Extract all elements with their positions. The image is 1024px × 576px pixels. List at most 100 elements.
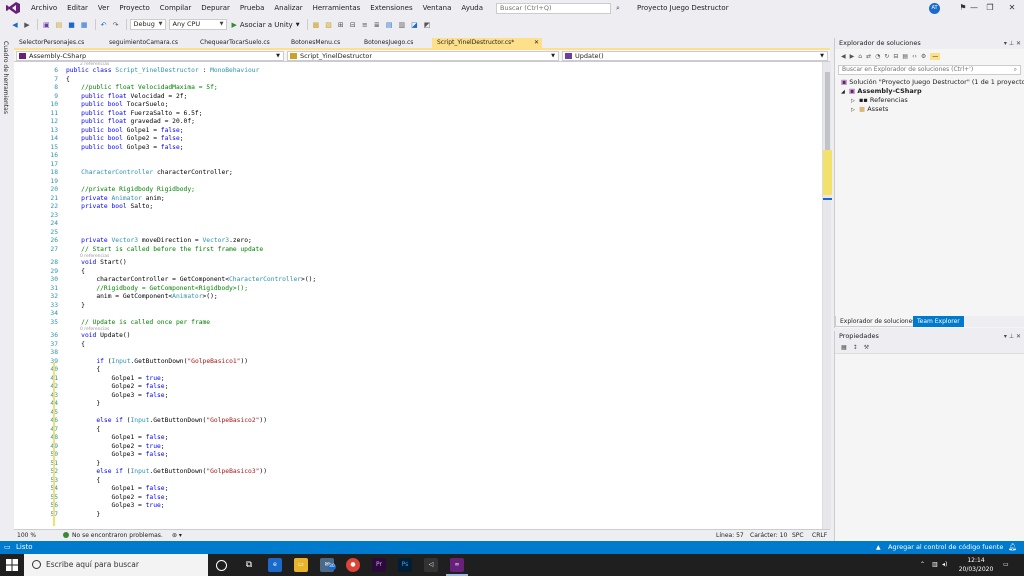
search-icon[interactable]: ⌕	[613, 3, 623, 14]
show-all-icon[interactable]: ▤	[902, 53, 908, 60]
code-line[interactable]: 8 //public float VelocidadMaxima = 5f;	[14, 84, 822, 93]
menu-ventana[interactable]: Ventana	[418, 0, 457, 16]
scrollbar-thumb[interactable]	[825, 72, 830, 152]
code-line[interactable]: 56 Golpe3 = true;	[14, 502, 822, 511]
mail-icon[interactable]: ✉ 30	[320, 558, 336, 572]
tab-seguimiento-camara[interactable]: seguimientoCamara.cs	[104, 38, 195, 48]
code-line[interactable]: 50 Golpe3 = false;	[14, 451, 822, 460]
categorized-icon[interactable]: ▦	[841, 344, 847, 351]
restore-icon[interactable]: ❐	[978, 0, 1002, 16]
task-view-icon[interactable]: ⧉	[242, 558, 256, 572]
refresh-icon[interactable]: ↻	[884, 53, 889, 60]
toolbar-tool-icon[interactable]: ◩	[422, 18, 433, 31]
code-view-icon[interactable]: ‹›	[912, 53, 917, 60]
save-icon[interactable]: ■	[66, 18, 77, 31]
code-line[interactable]: 34	[14, 310, 822, 319]
code-line[interactable]: 26 private Vector3 moveDirection = Vecto…	[14, 237, 822, 246]
code-line[interactable]: 49 Golpe2 = true;	[14, 443, 822, 452]
code-line[interactable]: 12 public float gravedad = 20.0f;	[14, 118, 822, 127]
alphabetical-icon[interactable]: ↕	[853, 344, 858, 351]
toolbar-tool-icon[interactable]: ⊟	[348, 18, 358, 31]
menu-prueba[interactable]: Prueba	[235, 0, 269, 16]
class-navigator-select[interactable]: Script_YinelDestructor ▼	[287, 51, 559, 61]
preview-icon[interactable]: —	[930, 52, 941, 60]
properties-icon[interactable]: ⚙	[921, 53, 926, 60]
code-line[interactable]: 32 anim = GetComponent<Animator>();	[14, 293, 822, 302]
member-navigator-select[interactable]: Update() ▼	[562, 51, 828, 61]
zoom-level[interactable]: 100 %	[17, 530, 36, 541]
code-line[interactable]: 54 Golpe1 = false;	[14, 485, 822, 494]
code-line[interactable]: 55 Golpe2 = false;	[14, 494, 822, 503]
open-icon[interactable]: ▤	[54, 18, 65, 31]
code-line[interactable]: 45	[14, 409, 822, 418]
close-icon[interactable]: ✕	[1000, 0, 1024, 16]
toolbox-strip[interactable]: Cuadro de herramientas	[0, 35, 14, 541]
menu-editar[interactable]: Editar	[62, 0, 93, 16]
code-line[interactable]: 31 //Rigidbody = GetComponent<Rigidbody>…	[14, 285, 822, 294]
code-line[interactable]: 18 CharacterController characterControll…	[14, 169, 822, 178]
menu-proyecto[interactable]: Proyecto	[114, 0, 154, 16]
menu-depurar[interactable]: Depurar	[196, 0, 235, 16]
code-line[interactable]: 38	[14, 349, 822, 358]
panel-controls[interactable]: ▾ ⊥ ✕	[1004, 38, 1021, 49]
code-line[interactable]: 6 public class Script_YinelDestructor : M…	[14, 67, 822, 76]
toolbar-tool-icon[interactable]: ≣	[372, 18, 382, 31]
code-line[interactable]: 23	[14, 212, 822, 221]
menu-extensiones[interactable]: Extensiones	[365, 0, 417, 16]
code-line[interactable]: 15 public bool Golpe3 = false;	[14, 144, 822, 153]
menu-herramientas[interactable]: Herramientas	[308, 0, 366, 16]
issues-navigation[interactable]: ⊛ ▾	[172, 530, 182, 541]
code-line[interactable]: 53 {	[14, 477, 822, 486]
code-line[interactable]: 30 characterController = GetComponent<Ch…	[14, 276, 822, 285]
tab-chequear-tocar-suelo[interactable]: ChequearTocarSuelo.cs	[195, 38, 286, 48]
code-line[interactable]: 43 Golpe3 = false;	[14, 392, 822, 401]
code-line[interactable]: 29 {	[14, 268, 822, 277]
toolbar-tool-icon[interactable]: ≡	[360, 18, 370, 31]
menu-analizar[interactable]: Analizar	[269, 0, 307, 16]
tab-solution-explorer[interactable]: Explorador de soluciones	[835, 316, 921, 327]
menu-ver[interactable]: Ver	[93, 0, 114, 16]
code-line[interactable]: 22 private bool Salto;	[14, 203, 822, 212]
solution-search-input[interactable]: Buscar en Explorador de soluciones (Ctrl…	[838, 65, 1021, 75]
menu-ayuda[interactable]: Ayuda	[456, 0, 488, 16]
avatar[interactable]: AT	[929, 3, 940, 14]
back-icon[interactable]: ◀	[841, 53, 846, 60]
windows-start-icon[interactable]	[6, 559, 18, 571]
tab-botones-menu[interactable]: BotonesMenu.cs	[286, 38, 359, 48]
chevron-up-icon[interactable]: ▲	[876, 541, 881, 554]
line-ending-indicator[interactable]: CRLF	[812, 530, 827, 541]
code-line[interactable]: 57 }	[14, 511, 822, 520]
code-line[interactable]: 41 Golpe1 = true;	[14, 375, 822, 384]
code-line[interactable]: 40 {	[14, 366, 822, 375]
code-line[interactable]: 39 if (Input.GetButtonDown("GolpeBasico1…	[14, 358, 822, 367]
toolbar-tool-icon[interactable]: ◪	[409, 18, 420, 31]
volume-icon[interactable]: ◂)	[942, 554, 947, 576]
code-line[interactable]: 17	[14, 161, 822, 170]
undo-icon[interactable]: ↶	[99, 18, 109, 31]
issues-status[interactable]: No se encontraron problemas.	[72, 530, 163, 541]
platform-select[interactable]: Any CPU ▼	[168, 19, 227, 30]
back-icon[interactable]: ◀	[10, 18, 20, 31]
code-line[interactable]: 42 Golpe2 = false;	[14, 383, 822, 392]
edge-icon[interactable]: e	[268, 558, 282, 572]
redo-icon[interactable]: ↷	[111, 18, 121, 31]
toolbox-label[interactable]: Cuadro de herramientas	[2, 41, 9, 114]
toolbar-tool-icon[interactable]: ▥	[396, 18, 407, 31]
property-pages-icon[interactable]: ⚒	[864, 344, 869, 351]
code-line[interactable]: 35 // Update is called once per frame	[14, 319, 822, 328]
code-line[interactable]: 44 }	[14, 400, 822, 409]
code-line[interactable]: 16	[14, 152, 822, 161]
menu-archivo[interactable]: Archivo	[26, 0, 62, 16]
sync-icon[interactable]: ⇄	[866, 53, 871, 60]
chrome-icon[interactable]: ●	[346, 558, 360, 572]
code-line[interactable]: 51 }	[14, 460, 822, 469]
global-search-input[interactable]: Buscar (Ctrl+Q)	[496, 2, 612, 14]
code-line[interactable]: 19	[14, 178, 822, 187]
code-line[interactable]: 13 public bool Golpe1 = false;	[14, 127, 822, 136]
code-line[interactable]: 33 }	[14, 302, 822, 311]
action-center-icon[interactable]: ▭	[1003, 554, 1009, 576]
notifications-icon[interactable]: 🔔︎	[1008, 541, 1017, 554]
project-navigator-select[interactable]: Assembly-CSharp ▼	[16, 51, 284, 61]
save-all-icon[interactable]: ▦	[79, 18, 90, 31]
panel-controls[interactable]: ▾ ⊥ ✕	[1004, 331, 1021, 342]
